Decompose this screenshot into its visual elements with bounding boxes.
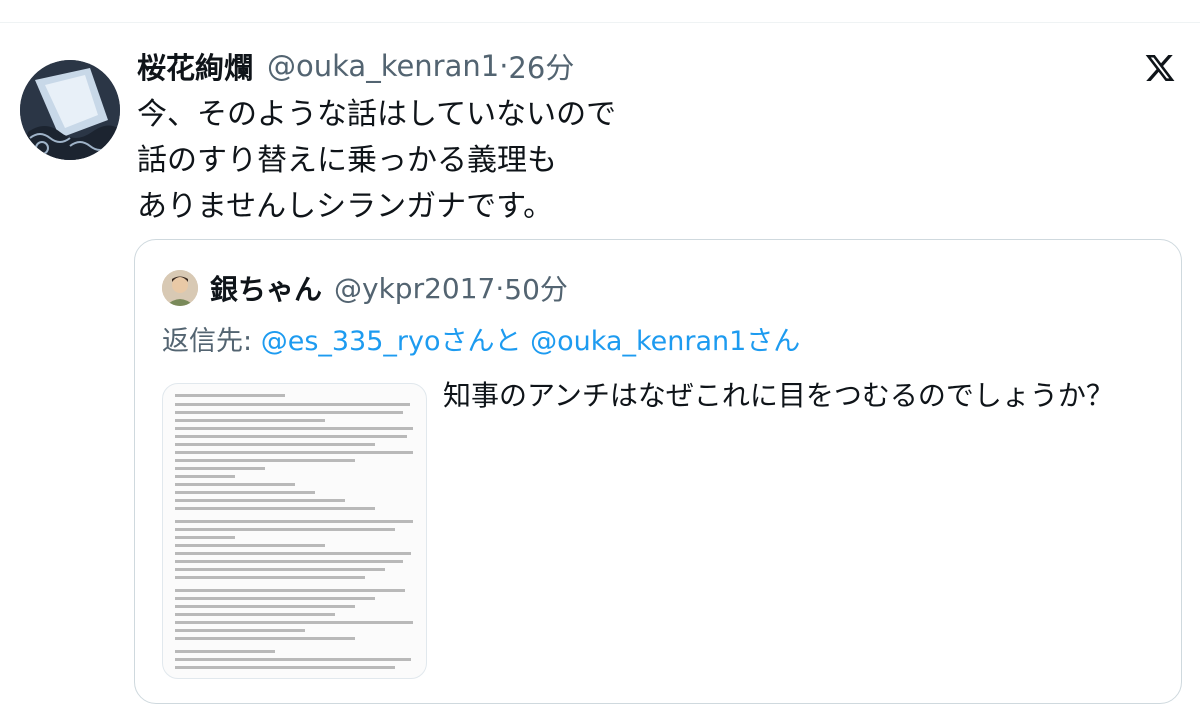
- quoted-tweet-text: 知事のアンチはなぜこれに目をつむるのでしょうか？: [443, 379, 1114, 412]
- tweet-header: 桜花絢爛 @ouka_kenran1 · 26分: [137, 44, 574, 88]
- tweet-text-line: 今、そのような話はしていないので: [137, 97, 617, 132]
- reply-to-label: 返信先:: [162, 326, 253, 357]
- quoted-author-name[interactable]: 銀ちゃん: [210, 268, 322, 308]
- quoted-tweet-timestamp[interactable]: 50分: [504, 268, 568, 308]
- reply-suffix: さん: [746, 326, 801, 357]
- author-handle[interactable]: @ouka_kenran1: [267, 49, 499, 83]
- separator-dot: ·: [499, 49, 509, 83]
- reply-mention-link[interactable]: @ouka_kenran1: [530, 326, 746, 357]
- document-text-lines: [175, 394, 413, 669]
- tweet-text-line: 話のすり替えに乗っかる義理も: [137, 143, 557, 178]
- fan-wave-illustration-icon: [20, 60, 120, 160]
- quoted-tweet-card[interactable]: 銀ちゃん @ykpr2017 · 50分 返信先: @es_335_ryoさんと…: [134, 239, 1182, 704]
- quoted-tweet-header: 銀ちゃん @ykpr2017 · 50分: [210, 266, 568, 310]
- separator-dot: ·: [495, 271, 505, 305]
- reply-mention-link[interactable]: @es_335_ryo: [261, 326, 441, 357]
- reply-to-line: 返信先: @es_335_ryoさんと @ouka_kenran1さん: [162, 320, 800, 364]
- quoted-author-avatar[interactable]: [162, 270, 198, 306]
- quoted-author-handle[interactable]: @ykpr2017: [334, 272, 495, 305]
- person-photo-icon: [162, 270, 198, 306]
- tweet-text-line: ありませんしシランガナです。: [137, 189, 554, 224]
- tweet-text: 今、そのような話はしていないので 話のすり替えに乗っかる義理も ありませんしシラ…: [137, 92, 1137, 230]
- tweet-timestamp[interactable]: 26分: [508, 45, 574, 87]
- x-logo-icon[interactable]: [1144, 52, 1176, 84]
- reply-joiner: さんと: [440, 326, 522, 357]
- author-name[interactable]: 桜花絢爛: [137, 45, 253, 87]
- author-avatar[interactable]: [20, 60, 120, 160]
- document-screenshot-image[interactable]: [162, 383, 427, 679]
- top-divider: [0, 22, 1200, 23]
